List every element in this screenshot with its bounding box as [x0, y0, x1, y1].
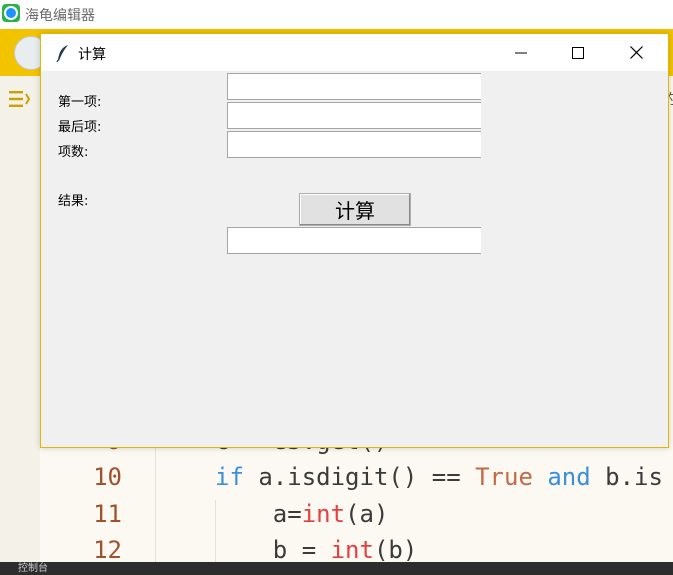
app-titlebar: 海龟编辑器	[0, 0, 673, 30]
app-title: 海龟编辑器	[25, 8, 95, 24]
code-token: (a)	[345, 500, 389, 528]
side-rail	[0, 76, 41, 566]
result-output[interactable]	[227, 227, 481, 254]
builtin-token: int	[330, 536, 374, 564]
result-label: 结果:	[58, 194, 89, 209]
builtin-token: int	[301, 500, 346, 528]
line-number: 11	[93, 500, 122, 528]
code-token: (b)	[373, 536, 418, 564]
line-number: 10	[93, 463, 122, 491]
minimize-icon	[515, 52, 527, 53]
code-line[interactable]: if a.isdigit() == True and b.is	[215, 463, 663, 491]
last-term-label: 最后项:	[58, 120, 102, 135]
code-token: b =	[215, 536, 331, 564]
feather-icon	[56, 45, 68, 62]
menu-collapse-icon[interactable]	[8, 89, 30, 109]
minimize-button[interactable]	[498, 34, 544, 71]
calc-window-body: 第一项: 最后项: 项数: 计算 结果:	[41, 71, 668, 447]
calculate-button[interactable]: 计算	[299, 193, 411, 226]
calc-window-title: 计算	[78, 47, 106, 63]
code-line[interactable]: a=int(a)	[215, 500, 389, 528]
code-line[interactable]: b = int(b)	[215, 536, 418, 564]
console-bar[interactable]: 控制台	[0, 562, 673, 575]
first-term-input[interactable]	[227, 73, 481, 100]
code-token: a=	[215, 500, 302, 528]
code-token: a.isdigit() ==	[243, 463, 476, 491]
maximize-icon	[572, 46, 584, 59]
close-icon	[629, 46, 643, 59]
calc-window: 计算 第一项: 最后项: 项数: 计算 结果:	[40, 33, 669, 448]
keyword-token: and	[547, 463, 591, 491]
calc-window-titlebar[interactable]: 计算	[41, 34, 668, 71]
last-term-input[interactable]	[227, 102, 481, 129]
first-term-label: 第一项:	[58, 95, 102, 110]
console-label: 控制台	[18, 563, 48, 574]
term-count-label: 项数:	[58, 145, 89, 160]
line-number: 12	[93, 536, 122, 564]
term-count-input[interactable]	[227, 131, 481, 158]
keyword-token: if	[215, 463, 244, 491]
maximize-button[interactable]	[555, 34, 601, 71]
boolean-token: True	[475, 463, 533, 491]
close-button[interactable]	[613, 34, 659, 71]
code-token: b.is	[590, 463, 663, 491]
app-logo-icon	[2, 4, 20, 22]
